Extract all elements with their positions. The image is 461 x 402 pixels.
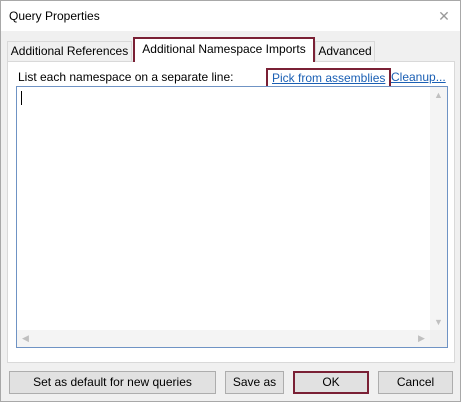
pick-from-assemblies-link[interactable]: Pick from assemblies [266,68,392,88]
close-icon[interactable]: ✕ [434,6,454,26]
tab-additional-references[interactable]: Additional References [7,41,132,62]
chevron-down-icon[interactable]: ▼ [430,314,447,331]
chevron-up-icon[interactable]: ▲ [430,87,447,104]
window-title: Query Properties [9,9,100,23]
namespace-imports-panel: List each namespace on a separate line: … [7,61,455,363]
set-default-button[interactable]: Set as default for new queries [9,371,216,394]
text-caret [21,91,22,105]
save-as-button[interactable]: Save as [225,371,284,394]
scrollbar-corner [430,330,447,347]
cleanup-link[interactable]: Cleanup... [391,70,446,84]
ok-button[interactable]: OK [293,371,369,394]
instruction-label: List each namespace on a separate line: [18,70,234,84]
title-bar: Query Properties ✕ [1,1,460,31]
tab-additional-namespace-imports[interactable]: Additional Namespace Imports [133,37,315,62]
tab-advanced[interactable]: Advanced [315,41,375,62]
query-properties-dialog: Query Properties ✕ Additional References… [0,0,461,402]
namespace-editor[interactable]: ▲ ▼ ◀ ▶ [16,86,448,348]
chevron-right-icon[interactable]: ▶ [413,330,430,347]
horizontal-scrollbar[interactable]: ◀ ▶ [17,330,430,347]
cancel-button[interactable]: Cancel [378,371,453,394]
vertical-scrollbar[interactable]: ▲ ▼ [430,87,447,331]
chevron-left-icon[interactable]: ◀ [17,330,34,347]
